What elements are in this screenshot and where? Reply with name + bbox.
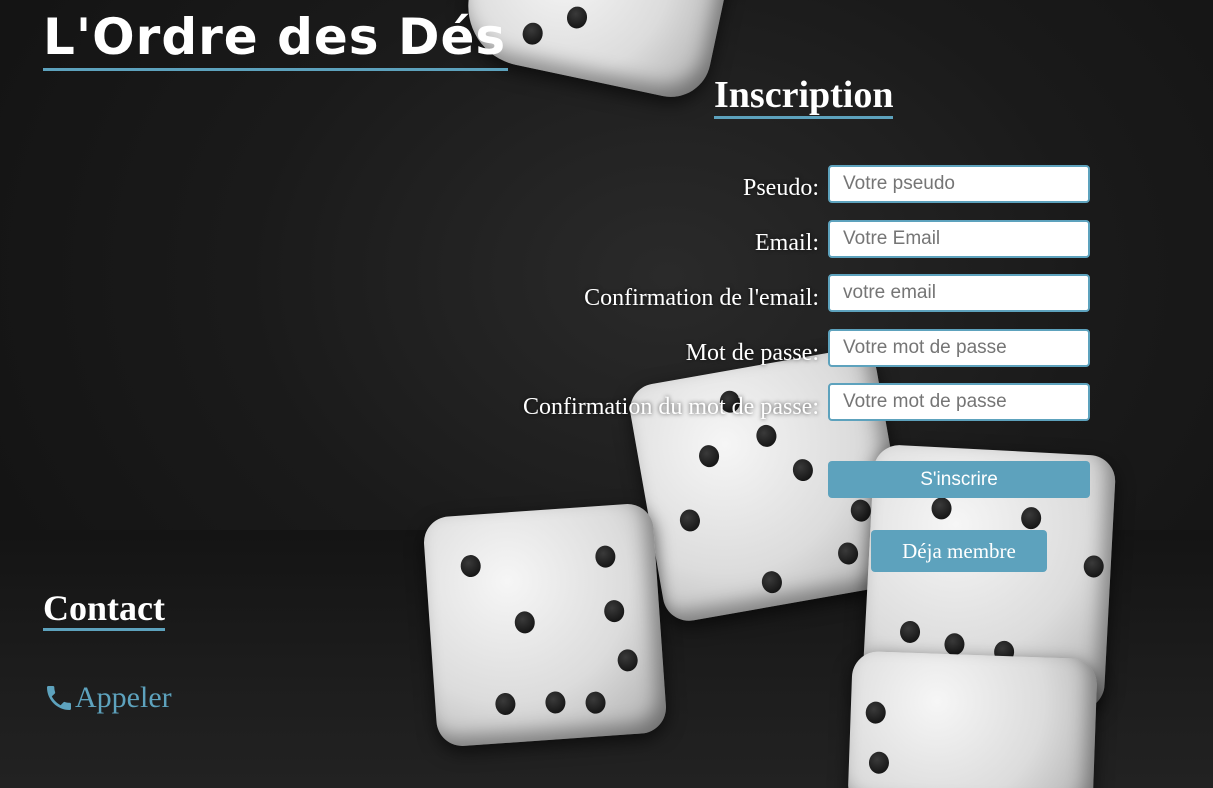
email-input[interactable]: [828, 220, 1090, 258]
form-row-pseudo: Pseudo:: [743, 170, 823, 206]
call-label: Appeler: [75, 681, 172, 714]
email-confirm-label: Confirmation de l'email:: [584, 285, 819, 311]
email-confirm-input[interactable]: [828, 274, 1090, 312]
signup-button[interactable]: S'inscrire: [828, 461, 1090, 498]
form-row-email: Email:: [755, 225, 823, 261]
site-title: L'Ordre des Dés: [43, 6, 509, 71]
inscription-title: Inscription: [714, 74, 894, 119]
pseudo-input[interactable]: [828, 165, 1090, 203]
call-link[interactable]: Appeler: [43, 680, 172, 716]
pseudo-label: Pseudo:: [742, 175, 819, 201]
email-label: Email:: [755, 230, 819, 256]
form-row-email-confirm: Confirmation de l'email:: [584, 280, 823, 316]
form-row-password: Mot de passe:: [686, 335, 823, 371]
contact-title: Contact: [43, 588, 165, 631]
form-row-password-confirm: Confirmation du mot de passe:: [523, 389, 823, 425]
password-confirm-input[interactable]: [828, 383, 1090, 421]
phone-icon: [47, 686, 71, 710]
already-member-button[interactable]: Déja membre: [871, 530, 1047, 572]
password-confirm-label: Confirmation du mot de passe:: [523, 394, 819, 420]
password-label: Mot de passe:: [685, 340, 819, 366]
password-input[interactable]: [828, 329, 1090, 367]
